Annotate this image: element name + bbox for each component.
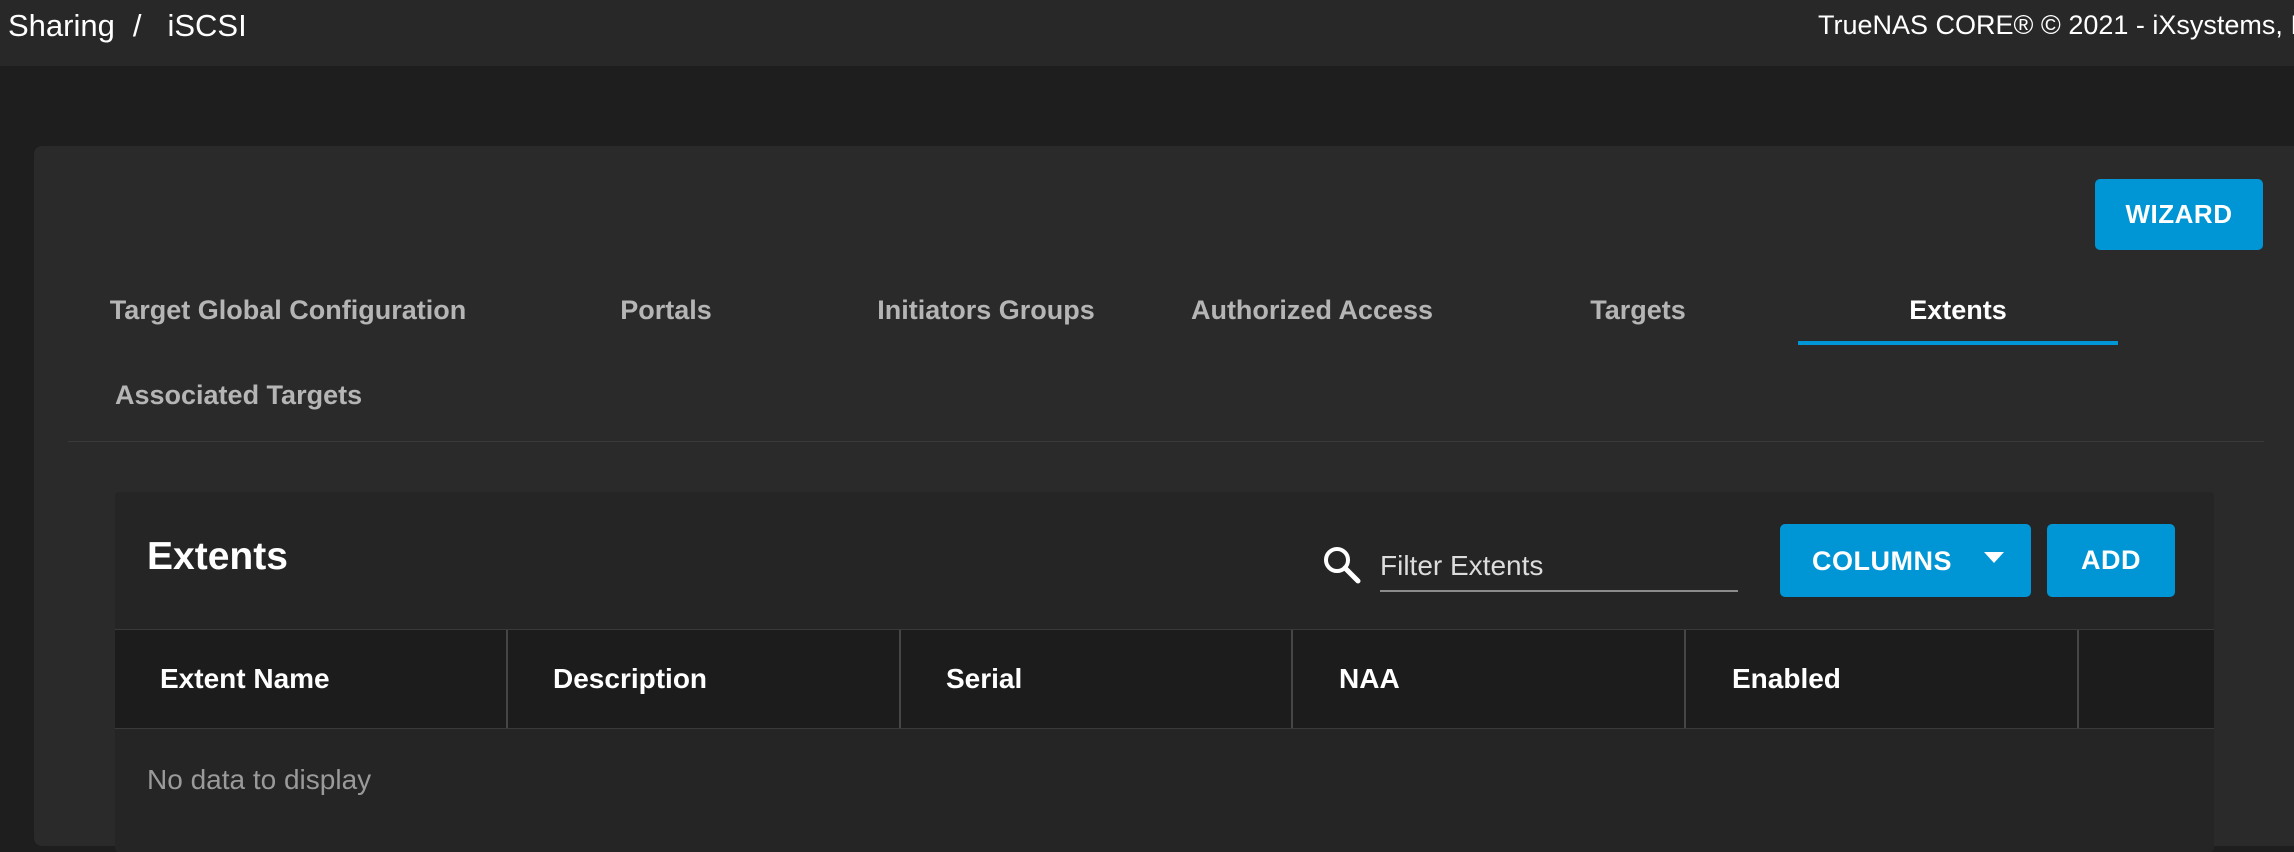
table-header: Extent Name Description Serial NAA Enabl… [115, 629, 2214, 729]
filter-extents-input[interactable] [1380, 542, 1738, 592]
breadcrumb-iscsi: iSCSI [167, 8, 247, 43]
tab-portals[interactable]: Portals [556, 278, 776, 342]
column-header-serial[interactable]: Serial [946, 630, 1022, 728]
column-divider[interactable] [2077, 630, 2079, 728]
breadcrumb-separator: / [132, 8, 142, 43]
column-header-extent-name[interactable]: Extent Name [160, 630, 330, 728]
tab-targets[interactable]: Targets [1528, 278, 1748, 342]
tab-authorized-access[interactable]: Authorized Access [1176, 278, 1448, 342]
search-icon[interactable] [1320, 543, 1364, 587]
wizard-button[interactable]: WIZARD [2095, 179, 2263, 250]
column-divider[interactable] [506, 630, 508, 728]
chevron-down-icon [1984, 552, 2004, 563]
empty-table-message: No data to display [147, 764, 372, 795]
column-header-description[interactable]: Description [553, 630, 707, 728]
column-header-enabled[interactable]: Enabled [1732, 630, 1841, 728]
breadcrumb: Sharing / iSCSI [8, 8, 247, 44]
breadcrumb-sharing[interactable]: Sharing [8, 8, 115, 43]
column-header-naa[interactable]: NAA [1339, 630, 1400, 728]
tab-extents[interactable]: Extents [1798, 278, 2118, 342]
column-divider[interactable] [1291, 630, 1293, 728]
column-divider[interactable] [899, 630, 901, 728]
tab-associated-targets[interactable]: Associated Targets [98, 363, 378, 427]
add-button[interactable]: ADD [2047, 524, 2175, 597]
tab-target-global-configuration[interactable]: Target Global Configuration [98, 278, 478, 342]
column-divider[interactable] [1684, 630, 1686, 728]
tab-initiators-groups[interactable]: Initiators Groups [866, 278, 1106, 342]
top-bar: Sharing / iSCSI TrueNAS CORE® © 2021 - iXs… [0, 0, 2294, 66]
active-tab-indicator [1798, 341, 2118, 345]
columns-button-label: COLUMNS [1812, 546, 1952, 576]
columns-button[interactable]: COLUMNS [1780, 524, 2031, 597]
tabs-divider [68, 441, 2264, 442]
copyright-text: TrueNAS CORE® © 2021 - iXsystems, I [1818, 10, 2294, 40]
card-title: Extents [147, 535, 288, 578]
